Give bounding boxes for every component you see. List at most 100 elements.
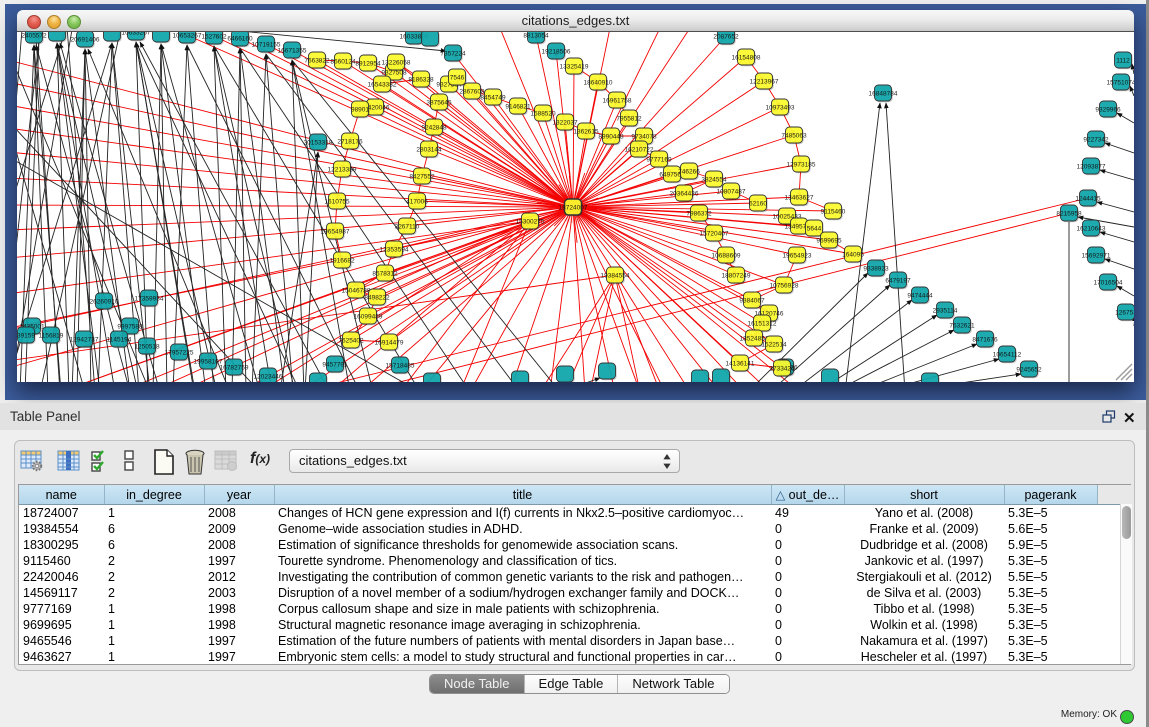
svg-text:13325419: 13325419 [560,64,589,71]
svg-text:16210643: 16210643 [1077,226,1106,233]
svg-text:5644: 5644 [807,226,822,233]
svg-text:98901: 98901 [351,107,369,114]
svg-text:1522514: 1522514 [761,342,787,349]
svg-text:15300275: 15300275 [516,219,545,226]
svg-text:17016504: 17016504 [1094,280,1123,287]
svg-text:12213967: 12213967 [750,79,779,86]
svg-text:9245652: 9245652 [1016,367,1042,374]
svg-text:2087652: 2087652 [713,34,739,41]
svg-text:3267110: 3267110 [395,224,420,231]
svg-text:16848784: 16848784 [869,91,898,98]
svg-text:2803144: 2803144 [416,147,442,154]
svg-text:15718485: 15718485 [386,363,415,370]
svg-text:7485063: 7485063 [781,133,807,140]
svg-text:9474444: 9474444 [907,293,933,300]
svg-text:8427552: 8427552 [409,174,435,181]
svg-text:9734078: 9734078 [631,134,657,141]
svg-text:8813054: 8813054 [523,33,549,40]
svg-text:10973493: 10973493 [766,105,795,112]
svg-text:18807249: 18807249 [722,273,751,280]
svg-text:16099489: 16099489 [354,314,383,321]
svg-text:7632621: 7632621 [949,323,975,330]
svg-text:9699695: 9699695 [816,238,842,245]
svg-text:17359934: 17359934 [135,296,164,303]
svg-text:6466160: 6466160 [227,36,253,43]
svg-text:19654987: 19654987 [321,229,350,236]
svg-text:7625402: 7625402 [338,338,364,345]
svg-text:10719155: 10719155 [252,42,281,49]
svg-text:126753: 126753 [1115,310,1134,317]
svg-text:9329966: 9329966 [1095,107,1121,114]
svg-text:8471676: 8471676 [972,337,998,344]
svg-text:20364436: 20364436 [670,191,699,198]
svg-text:1362615: 1362615 [573,129,599,136]
svg-text:18724007: 18724007 [559,205,588,212]
svg-text:13226058: 13226058 [382,60,411,67]
svg-text:1588520: 1588520 [530,111,556,118]
svg-text:1244415: 1244415 [1075,196,1101,203]
svg-text:16151312: 16151312 [748,321,777,328]
svg-text:16914479: 16914479 [375,340,404,347]
svg-text:10688609: 10688609 [712,253,741,260]
svg-text:1112: 1112 [1116,58,1130,65]
svg-text:12942737: 12942737 [70,337,99,344]
svg-text:16671355: 16671355 [278,48,307,55]
svg-text:8186328: 8186328 [408,77,434,84]
svg-text:1610755: 1610755 [324,199,350,206]
svg-text:2935114: 2935114 [933,308,958,315]
svg-text:9227342: 9227342 [1083,137,1109,144]
svg-text:15720407: 15720407 [700,231,729,238]
svg-text:2405572: 2405572 [21,33,47,40]
svg-text:8990448: 8990448 [598,134,624,141]
svg-text:15751074: 15751074 [1107,80,1134,87]
svg-text:16210722: 16210722 [625,147,654,154]
svg-text:17957225: 17957225 [165,350,194,357]
svg-text:15692971: 15692971 [1082,253,1111,260]
svg-text:3875645: 3875645 [426,100,452,107]
svg-text:8912954: 8912954 [355,61,381,68]
svg-text:746266: 746266 [678,169,700,176]
svg-text:20153318: 20153318 [304,140,333,147]
svg-text:1733426: 1733426 [769,366,795,373]
svg-text:8578312: 8578312 [372,271,398,278]
svg-text:13463627: 13463627 [785,195,814,202]
svg-text:7546: 7546 [450,75,465,82]
svg-text:19218506: 19218506 [542,49,571,56]
svg-text:1250518: 1250518 [134,344,160,351]
svg-text:19654923: 19654923 [783,253,812,260]
svg-text:19384554: 19384554 [601,273,630,280]
svg-text:9777169: 9777169 [646,157,672,164]
svg-text:39159: 39159 [17,333,35,340]
svg-text:16961758: 16961758 [603,98,632,105]
svg-text:16782759: 16782759 [220,365,249,372]
svg-text:20691406: 20691406 [71,37,100,44]
svg-text:16154808: 16154808 [732,55,761,62]
svg-text:62160: 62160 [749,201,767,208]
svg-text:8660124: 8660124 [330,59,356,66]
svg-text:1916682: 1916682 [329,258,355,265]
svg-text:10654112: 10654112 [993,352,1022,359]
svg-text:1145194: 1145194 [107,337,132,344]
svg-text:3824554: 3824554 [701,177,727,184]
svg-text:9384067: 9384067 [739,298,765,305]
svg-text:16543382: 16543382 [368,82,397,89]
svg-text:10653267: 10653267 [173,33,202,40]
svg-text:7357224: 7357224 [440,51,466,58]
svg-text:12093877: 12093877 [1077,164,1106,171]
svg-text:18640910: 18640910 [584,80,613,87]
svg-text:9338923: 9338923 [863,266,889,273]
svg-text:9115460: 9115460 [821,209,846,216]
svg-text:14136141: 14136141 [726,361,755,368]
svg-text:9242848: 9242848 [421,125,447,132]
svg-text:10756928: 10756928 [770,283,799,290]
svg-text:1322037: 1322037 [552,120,578,127]
svg-text:7955812: 7955812 [616,116,642,123]
svg-text:10633267: 10633267 [122,32,151,37]
svg-text:8215958: 8215958 [1056,211,1082,218]
svg-text:12023446: 12023446 [254,374,283,381]
svg-text:15046788: 15046788 [342,288,371,295]
svg-text:26260910: 26260910 [90,299,119,306]
svg-text:1527602: 1527602 [201,34,227,41]
svg-text:417006: 417006 [406,199,428,206]
svg-text:1156819: 1156819 [39,333,64,340]
